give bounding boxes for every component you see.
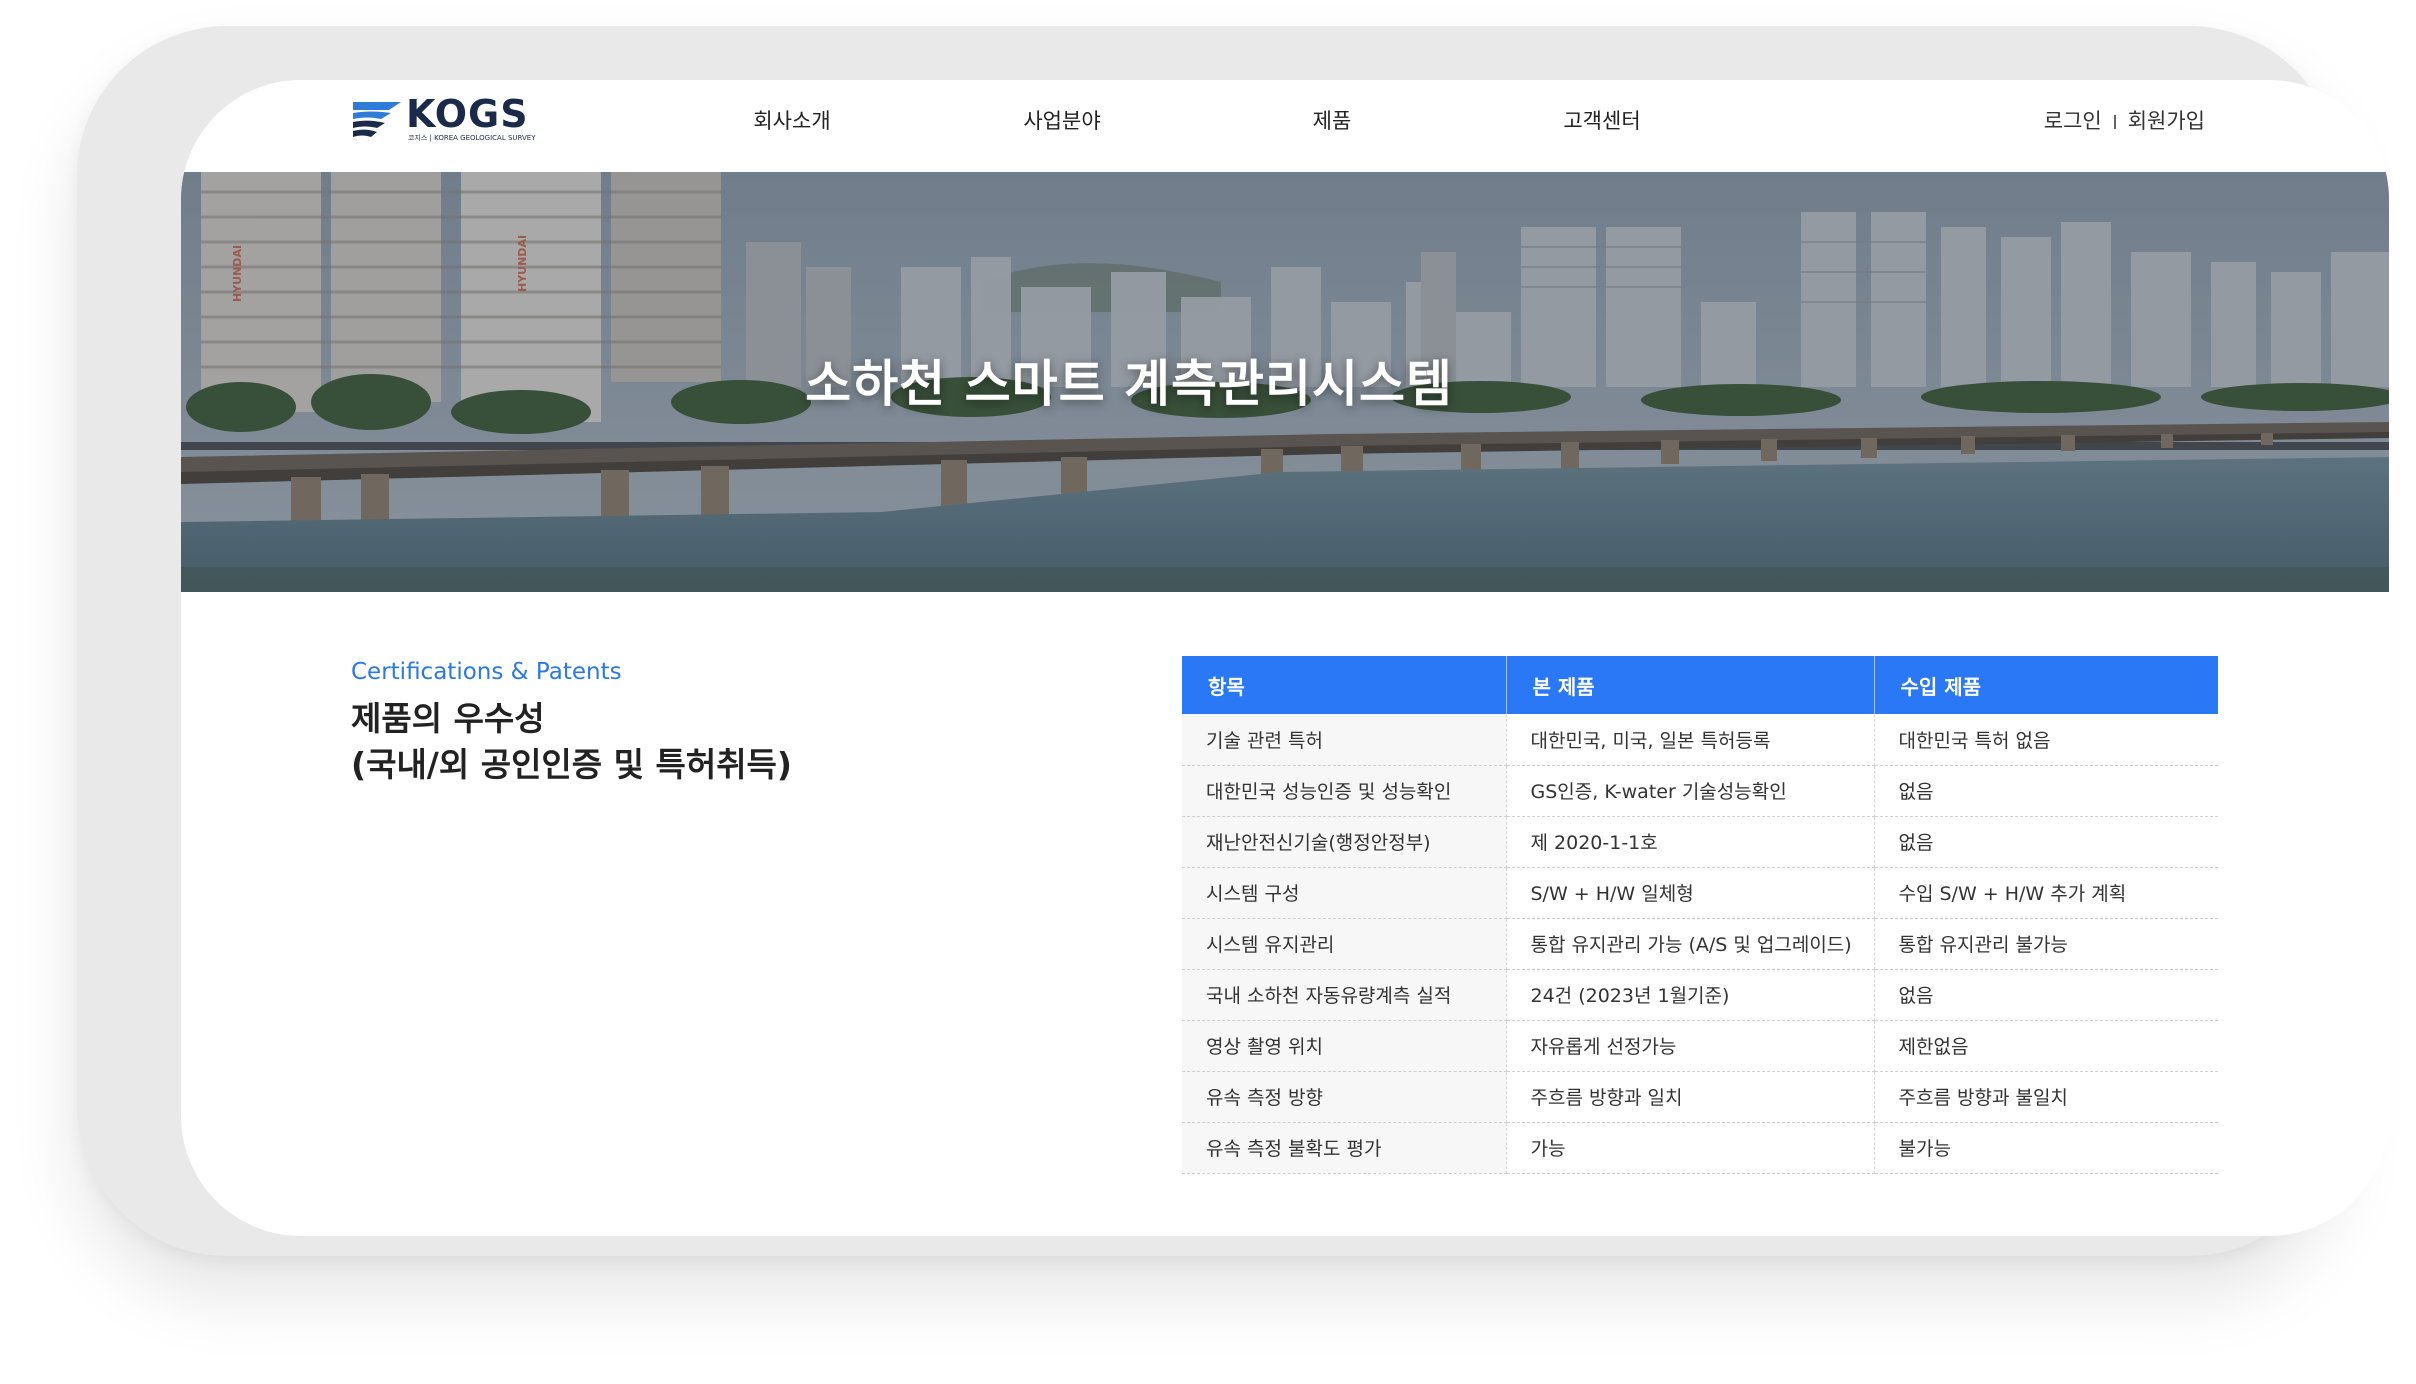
table-cell-imported: 제한없음 xyxy=(1874,1020,2218,1072)
site-header: KOGS 코지스 | KOREA GEOLOGICAL SURVEY 회사소개 … xyxy=(181,80,2389,172)
table-row: 유속 측정 방향 주흐름 방향과 일치 주흐름 방향과 불일치 xyxy=(1182,1071,2218,1123)
table-cell-ours: 통합 유지관리 가능 (A/S 및 업그레이드) xyxy=(1506,918,1875,970)
table-row: 유속 측정 불확도 평가 가능 불가능 xyxy=(1182,1122,2218,1174)
auth-divider xyxy=(2113,115,2116,129)
auth-links: 로그인 회원가입 xyxy=(2044,106,2205,136)
device-frame: KOGS 코지스 | KOREA GEOLOGICAL SURVEY 회사소개 … xyxy=(77,26,2389,1256)
table-cell-ours: 가능 xyxy=(1506,1122,1875,1174)
browser-screen: KOGS 코지스 | KOREA GEOLOGICAL SURVEY 회사소개 … xyxy=(181,80,2389,1236)
table-cell-ours: S/W + H/W 일체형 xyxy=(1506,867,1875,919)
table-cell-ours: 자유롭게 선정가능 xyxy=(1506,1020,1875,1072)
table-cell-item: 기술 관련 특허 xyxy=(1182,714,1507,766)
table-cell-ours: 주흐름 방향과 일치 xyxy=(1506,1071,1875,1123)
section-label: Certifications & Patents xyxy=(351,659,622,685)
table-row: 시스템 구성 S/W + H/W 일체형 수입 S/W + H/W 추가 계획 xyxy=(1182,867,2218,919)
table-cell-imported: 없음 xyxy=(1874,969,2218,1021)
table-cell-imported: 주흐름 방향과 불일치 xyxy=(1874,1071,2218,1123)
table-row: 국내 소하천 자동유량계측 실적 24건 (2023년 1월기준) 없음 xyxy=(1182,969,2218,1021)
section-title-line1: 제품의 우수성 xyxy=(351,699,545,738)
table-header-row: 항목 본 제품 수입 제품 xyxy=(1182,656,2218,714)
table-row: 기술 관련 특허 대한민국, 미국, 일본 특허등록 대한민국 특허 없음 xyxy=(1182,714,2218,766)
table-cell-imported: 없음 xyxy=(1874,765,2218,817)
section-title-line2: (국내/외 공인인증 및 특허취득) xyxy=(351,745,793,784)
signup-link[interactable]: 회원가입 xyxy=(2128,109,2205,133)
table-cell-ours: 제 2020-1-1호 xyxy=(1506,816,1875,868)
nav-support[interactable]: 고객센터 xyxy=(1563,106,1640,136)
table-row: 시스템 유지관리 통합 유지관리 가능 (A/S 및 업그레이드) 통합 유지관… xyxy=(1182,918,2218,970)
table-cell-imported: 대한민국 특허 없음 xyxy=(1874,714,2218,766)
table-cell-item: 시스템 유지관리 xyxy=(1182,918,1507,970)
table-cell-ours: 24건 (2023년 1월기준) xyxy=(1506,969,1875,1021)
nav-products[interactable]: 제품 xyxy=(1313,106,1352,136)
table-cell-item: 유속 측정 불확도 평가 xyxy=(1182,1122,1507,1174)
header-imported-product: 수입 제품 xyxy=(1874,656,2218,714)
table-cell-imported: 통합 유지관리 불가능 xyxy=(1874,918,2218,970)
login-link[interactable]: 로그인 xyxy=(2044,109,2102,133)
comparison-table: 항목 본 제품 수입 제품 기술 관련 특허 대한민국, 미국, 일본 특허등록… xyxy=(1182,656,2218,1174)
table-cell-item: 대한민국 성능인증 및 성능확인 xyxy=(1182,765,1507,817)
table-cell-item: 국내 소하천 자동유량계측 실적 xyxy=(1182,969,1507,1021)
nav-company[interactable]: 회사소개 xyxy=(753,106,830,136)
section-title: 제품의 우수성 (국내/외 공인인증 및 특허취득) xyxy=(351,696,792,788)
table-row: 영상 촬영 위치 자유롭게 선정가능 제한없음 xyxy=(1182,1020,2218,1072)
nav-business[interactable]: 사업분야 xyxy=(1023,106,1100,136)
hero-banner: HYUNDAI HYUNDAI 소하천 스마트 계측관리시스템 xyxy=(181,172,2389,592)
table-cell-ours: 대한민국, 미국, 일본 특허등록 xyxy=(1506,714,1875,766)
table-cell-item: 시스템 구성 xyxy=(1182,867,1507,919)
table-cell-imported: 불가능 xyxy=(1874,1122,2218,1174)
header-our-product: 본 제품 xyxy=(1506,656,1875,714)
hero-title: 소하천 스마트 계측관리시스템 xyxy=(805,355,1453,413)
table-row: 재난안전신기술(행정안정부) 제 2020-1-1호 없음 xyxy=(1182,816,2218,868)
table-cell-imported: 없음 xyxy=(1874,816,2218,868)
table-cell-item: 유속 측정 방향 xyxy=(1182,1071,1507,1123)
table-cell-imported: 수입 S/W + H/W 추가 계획 xyxy=(1874,867,2218,919)
table-cell-item: 영상 촬영 위치 xyxy=(1182,1020,1507,1072)
table-cell-ours: GS인증, K-water 기술성능확인 xyxy=(1506,765,1875,817)
table-cell-item: 재난안전신기술(행정안정부) xyxy=(1182,816,1507,868)
table-row: 대한민국 성능인증 및 성능확인 GS인증, K-water 기술성능확인 없음 xyxy=(1182,765,2218,817)
header-item: 항목 xyxy=(1182,656,1507,714)
